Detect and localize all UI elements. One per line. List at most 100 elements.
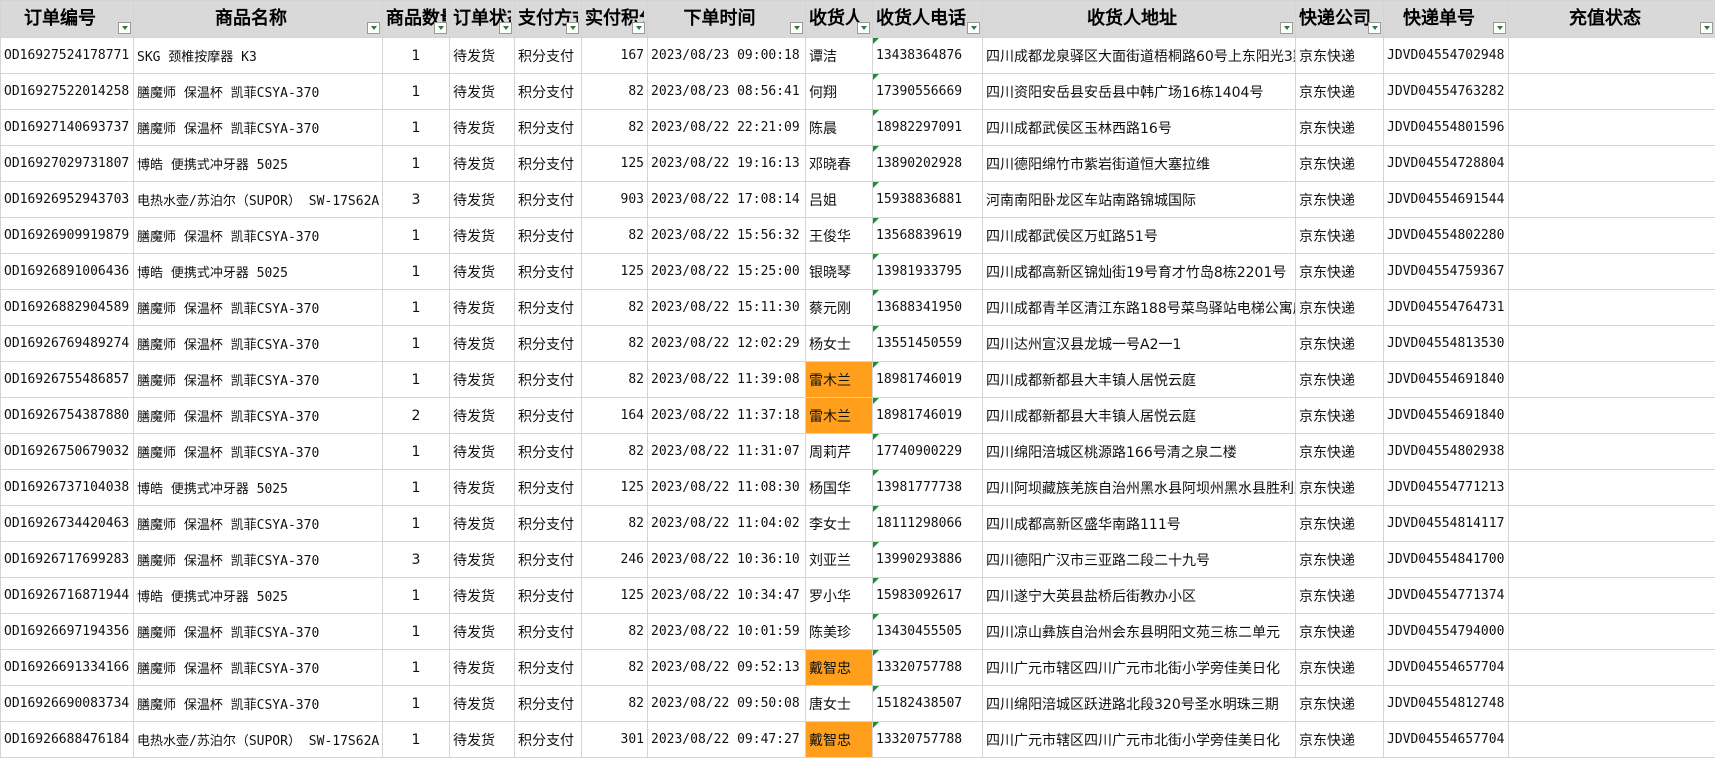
order-time-cell[interactable]: 2023/08/22 22:21:09 xyxy=(648,110,806,146)
product-name-cell[interactable]: 膳魔师 保温杯 凯菲CSYA-370 xyxy=(134,650,383,686)
courier-cell[interactable]: 京东快递 xyxy=(1296,254,1384,290)
order-time-cell[interactable]: 2023/08/22 11:04:02 xyxy=(648,506,806,542)
payment-method-cell[interactable]: 积分支付 xyxy=(515,326,582,362)
tracking-number-cell[interactable]: JDVD04554759367 xyxy=(1384,254,1509,290)
recipient-address-cell[interactable]: 四川资阳安岳县安岳县中韩广场16栋1404号 xyxy=(983,74,1296,110)
order-id-cell[interactable]: OD16927029731807 xyxy=(1,146,134,182)
recipient-address-cell[interactable]: 四川成都武侯区玉林西路16号 xyxy=(983,110,1296,146)
column-header[interactable]: 支付方式 xyxy=(515,1,582,38)
tracking-number-cell[interactable]: JDVD04554841700 xyxy=(1384,542,1509,578)
recipient-address-cell[interactable]: 四川凉山彝族自治州会东县明阳文苑三栋二单元 xyxy=(983,614,1296,650)
tracking-number-cell[interactable]: JDVD04554802280 xyxy=(1384,218,1509,254)
tracking-number-cell[interactable]: JDVD04554728804 xyxy=(1384,146,1509,182)
paid-points-cell[interactable]: 82 xyxy=(582,434,648,470)
column-header[interactable]: 商品数量 xyxy=(383,1,450,38)
recipient-address-cell[interactable]: 四川德阳绵竹市紫岩街道恒大塞拉维 xyxy=(983,146,1296,182)
quantity-cell[interactable]: 1 xyxy=(383,218,450,254)
paid-points-cell[interactable]: 82 xyxy=(582,650,648,686)
product-name-cell[interactable]: 博皓 便携式冲牙器 5025 xyxy=(134,578,383,614)
order-id-cell[interactable]: OD16927140693737 xyxy=(1,110,134,146)
paid-points-cell[interactable]: 82 xyxy=(582,506,648,542)
recipient-phone-cell[interactable]: 18111298066 xyxy=(873,506,983,542)
recharge-status-cell[interactable] xyxy=(1509,254,1715,290)
recipient-phone-cell[interactable]: 13568839619 xyxy=(873,218,983,254)
paid-points-cell[interactable]: 125 xyxy=(582,254,648,290)
quantity-cell[interactable]: 1 xyxy=(383,434,450,470)
payment-method-cell[interactable]: 积分支付 xyxy=(515,362,582,398)
order-id-cell[interactable]: OD16926717699283 xyxy=(1,542,134,578)
recipient-name-cell[interactable]: 陈晨 xyxy=(806,110,873,146)
recipient-address-cell[interactable]: 四川成都高新区锦灿街19号育才竹岛8栋2201号 xyxy=(983,254,1296,290)
recipient-phone-cell[interactable]: 13688341950 xyxy=(873,290,983,326)
recharge-status-cell[interactable] xyxy=(1509,182,1715,218)
recipient-name-cell[interactable]: 陈美珍 xyxy=(806,614,873,650)
recharge-status-cell[interactable] xyxy=(1509,614,1715,650)
tracking-number-cell[interactable]: JDVD04554812748 xyxy=(1384,686,1509,722)
recipient-phone-cell[interactable]: 18981746019 xyxy=(873,362,983,398)
tracking-number-cell[interactable]: JDVD04554794000 xyxy=(1384,614,1509,650)
order-id-cell[interactable]: OD16926691334166 xyxy=(1,650,134,686)
column-header[interactable]: 快递单号 xyxy=(1384,1,1509,38)
recharge-status-cell[interactable] xyxy=(1509,578,1715,614)
product-name-cell[interactable]: 博皓 便携式冲牙器 5025 xyxy=(134,470,383,506)
product-name-cell[interactable]: 膳魔师 保温杯 凯菲CSYA-370 xyxy=(134,326,383,362)
order-status-cell[interactable]: 待发货 xyxy=(450,470,515,506)
product-name-cell[interactable]: 膳魔师 保温杯 凯菲CSYA-370 xyxy=(134,74,383,110)
order-time-cell[interactable]: 2023/08/22 09:50:08 xyxy=(648,686,806,722)
order-id-cell[interactable]: OD16926690083734 xyxy=(1,686,134,722)
filter-dropdown-icon[interactable] xyxy=(967,22,980,34)
order-time-cell[interactable]: 2023/08/22 17:08:14 xyxy=(648,182,806,218)
recipient-name-cell[interactable]: 何翔 xyxy=(806,74,873,110)
recipient-phone-cell[interactable]: 13430455505 xyxy=(873,614,983,650)
quantity-cell[interactable]: 1 xyxy=(383,290,450,326)
paid-points-cell[interactable]: 82 xyxy=(582,362,648,398)
recipient-name-cell[interactable]: 罗小华 xyxy=(806,578,873,614)
order-time-cell[interactable]: 2023/08/22 10:34:47 xyxy=(648,578,806,614)
order-status-cell[interactable]: 待发货 xyxy=(450,398,515,434)
recharge-status-cell[interactable] xyxy=(1509,110,1715,146)
order-id-cell[interactable]: OD16927522014258 xyxy=(1,74,134,110)
payment-method-cell[interactable]: 积分支付 xyxy=(515,470,582,506)
order-id-cell[interactable]: OD16926882904589 xyxy=(1,290,134,326)
quantity-cell[interactable]: 1 xyxy=(383,38,450,74)
recipient-name-cell[interactable]: 银晓琴 xyxy=(806,254,873,290)
recipient-address-cell[interactable]: 四川广元市辖区四川广元市北街小学旁佳美日化 xyxy=(983,722,1296,758)
payment-method-cell[interactable]: 积分支付 xyxy=(515,614,582,650)
tracking-number-cell[interactable]: JDVD04554691544 xyxy=(1384,182,1509,218)
product-name-cell[interactable]: 膳魔师 保温杯 凯菲CSYA-370 xyxy=(134,398,383,434)
column-header[interactable]: 下单时间 xyxy=(648,1,806,38)
order-status-cell[interactable]: 待发货 xyxy=(450,578,515,614)
paid-points-cell[interactable]: 82 xyxy=(582,326,648,362)
courier-cell[interactable]: 京东快递 xyxy=(1296,578,1384,614)
product-name-cell[interactable]: 膳魔师 保温杯 凯菲CSYA-370 xyxy=(134,434,383,470)
paid-points-cell[interactable]: 82 xyxy=(582,110,648,146)
order-status-cell[interactable]: 待发货 xyxy=(450,146,515,182)
tracking-number-cell[interactable]: JDVD04554771374 xyxy=(1384,578,1509,614)
paid-points-cell[interactable]: 82 xyxy=(582,686,648,722)
tracking-number-cell[interactable]: JDVD04554702948 xyxy=(1384,38,1509,74)
recharge-status-cell[interactable] xyxy=(1509,542,1715,578)
recipient-phone-cell[interactable]: 15983092617 xyxy=(873,578,983,614)
recipient-address-cell[interactable]: 四川成都青羊区清江东路188号菜鸟驿站电梯公寓店 xyxy=(983,290,1296,326)
recipient-address-cell[interactable]: 四川绵阳涪城区桃源路166号清之泉二楼 xyxy=(983,434,1296,470)
courier-cell[interactable]: 京东快递 xyxy=(1296,470,1384,506)
recipient-name-cell[interactable]: 戴智忠 xyxy=(806,722,873,758)
order-time-cell[interactable]: 2023/08/22 19:16:13 xyxy=(648,146,806,182)
product-name-cell[interactable]: 膳魔师 保温杯 凯菲CSYA-370 xyxy=(134,218,383,254)
paid-points-cell[interactable]: 167 xyxy=(582,38,648,74)
quantity-cell[interactable]: 1 xyxy=(383,614,450,650)
order-time-cell[interactable]: 2023/08/22 10:36:10 xyxy=(648,542,806,578)
order-time-cell[interactable]: 2023/08/22 09:47:27 xyxy=(648,722,806,758)
quantity-cell[interactable]: 3 xyxy=(383,542,450,578)
courier-cell[interactable]: 京东快递 xyxy=(1296,434,1384,470)
payment-method-cell[interactable]: 积分支付 xyxy=(515,506,582,542)
product-name-cell[interactable]: 博皓 便携式冲牙器 5025 xyxy=(134,254,383,290)
recipient-address-cell[interactable]: 四川成都新都县大丰镇人居悦云庭 xyxy=(983,362,1296,398)
quantity-cell[interactable]: 2 xyxy=(383,398,450,434)
recharge-status-cell[interactable] xyxy=(1509,470,1715,506)
tracking-number-cell[interactable]: JDVD04554657704 xyxy=(1384,722,1509,758)
order-id-cell[interactable]: OD16926734420463 xyxy=(1,506,134,542)
order-time-cell[interactable]: 2023/08/22 15:25:00 xyxy=(648,254,806,290)
tracking-number-cell[interactable]: JDVD04554764731 xyxy=(1384,290,1509,326)
order-id-cell[interactable]: OD16926952943703 xyxy=(1,182,134,218)
